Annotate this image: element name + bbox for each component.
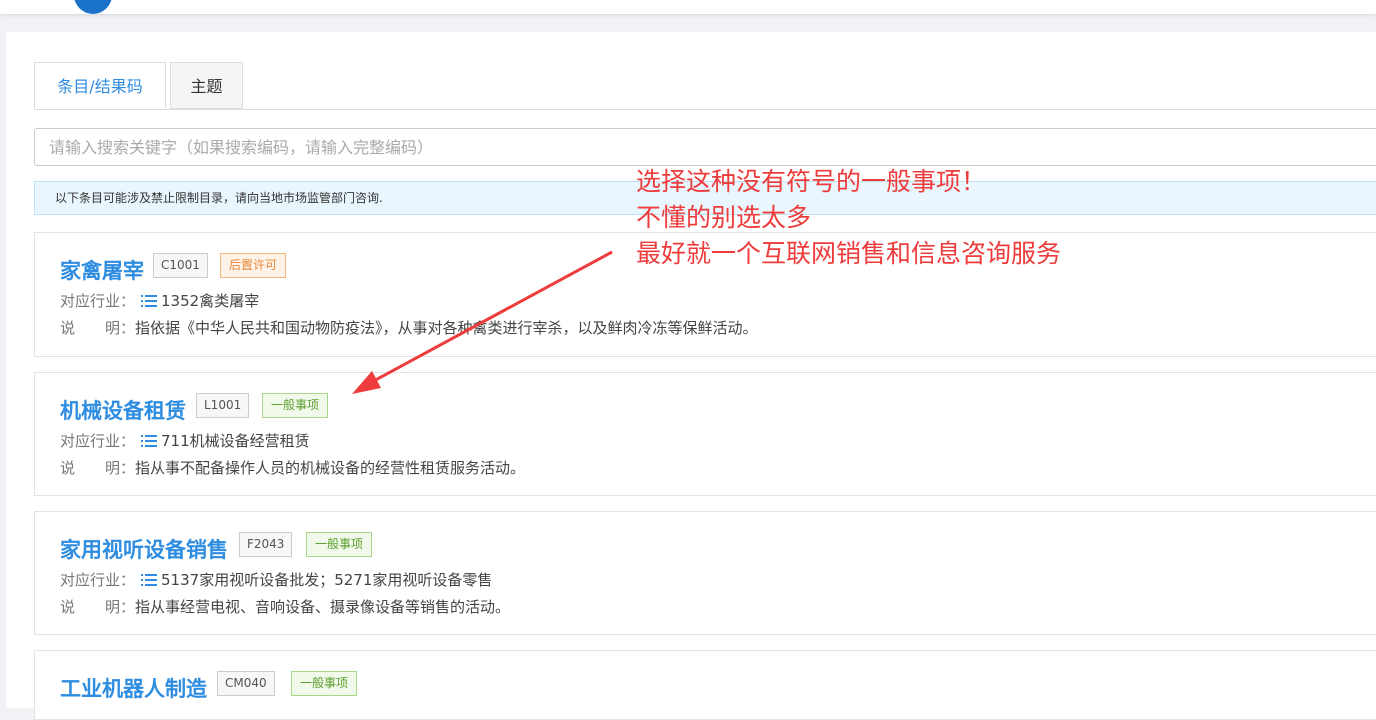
code-tag: L1001 <box>196 393 250 418</box>
search-input[interactable] <box>34 128 1376 166</box>
item-title[interactable]: 工业机器人制造 <box>60 673 207 703</box>
list-icon <box>141 295 158 307</box>
description-value: 指从事经营电视、音响设备、摄录像设备等销售的活动。 <box>135 598 511 616</box>
industry-label: 对应行业： <box>60 571 136 589</box>
type-tag: 一般事项 <box>306 532 373 557</box>
type-tag: 一般事项 <box>291 671 358 696</box>
type-tag: 后置许可 <box>220 253 287 278</box>
description-label: 说 明： <box>60 319 136 337</box>
item-title[interactable]: 机械设备租赁 <box>60 395 186 425</box>
type-tag: 一般事项 <box>262 393 329 418</box>
industry-line: 对应行业： 711机械设备经营租赁 <box>60 430 310 451</box>
industry-line: 对应行业： 1352禽类屠宰 <box>60 290 259 311</box>
item-title[interactable]: 家禽屠宰 <box>60 255 144 285</box>
industry-value[interactable]: 711机械设备经营租赁 <box>161 432 310 450</box>
description-line: 说 明：指从事不配备操作人员的机械设备的经营性租赁服务活动。 <box>60 457 525 478</box>
description-line: 说 明：指依据《中华人民共和国动物防疫法》，从事对各种禽类进行宰杀，以及鲜肉冷冻… <box>60 317 758 338</box>
code-tag: CM040 <box>217 671 275 696</box>
list-icon <box>141 574 158 586</box>
description-label: 说 明： <box>60 598 136 616</box>
list-item: 家用视听设备销售 F2043 一般事项 对应行业： 5137家用视听设备批发；52… <box>34 511 1376 635</box>
top-header <box>0 0 1376 14</box>
code-tag: C1001 <box>153 253 208 278</box>
description-line: 说 明：指从事经营电视、音响设备、摄录像设备等销售的活动。 <box>60 596 510 617</box>
list-item: 工业机器人制造 CM040 一般事项 <box>34 650 1376 720</box>
main-panel: 条目/结果码 主题 以下条目可能涉及禁止限制目录，请向当地市场监管部门咨询. 家… <box>6 32 1376 720</box>
description-value: 指从事不配备操作人员的机械设备的经营性租赁服务活动。 <box>135 459 526 477</box>
annotation-line: 最好就一个互联网销售和信息咨询服务 <box>636 239 1062 268</box>
industry-line: 对应行业： 5137家用视听设备批发；5271家用视听设备零售 <box>60 569 492 590</box>
industry-value[interactable]: 5137家用视听设备批发；5271家用视听设备零售 <box>161 571 492 589</box>
description-label: 说 明： <box>60 459 136 477</box>
code-tag: F2043 <box>239 532 293 557</box>
list-icon <box>141 435 158 447</box>
list-item: 机械设备租赁 L1001 一般事项 对应行业： 711机械设备经营租赁 说 明：指… <box>34 372 1376 496</box>
tab-topics[interactable]: 主题 <box>170 62 243 109</box>
tab-items-result-codes[interactable]: 条目/结果码 <box>34 62 166 109</box>
logo <box>74 0 112 14</box>
tab-divider <box>34 109 1376 110</box>
industry-label: 对应行业： <box>60 292 136 310</box>
annotation-text: 选择这种没有符号的一般事项！ 不懂的别选太多 最好就一个互联网销售和信息咨询服务 <box>636 164 1061 272</box>
description-value: 指依据《中华人民共和国动物防疫法》，从事对各种禽类进行宰杀，以及鲜肉冷冻等保鲜活… <box>135 319 758 337</box>
item-title[interactable]: 家用视听设备销售 <box>60 534 228 564</box>
annotation-line: 选择这种没有符号的一般事项！ <box>636 167 987 196</box>
annotation-line: 不懂的别选太多 <box>636 203 812 232</box>
industry-value[interactable]: 1352禽类屠宰 <box>161 292 259 310</box>
industry-label: 对应行业： <box>60 432 136 450</box>
